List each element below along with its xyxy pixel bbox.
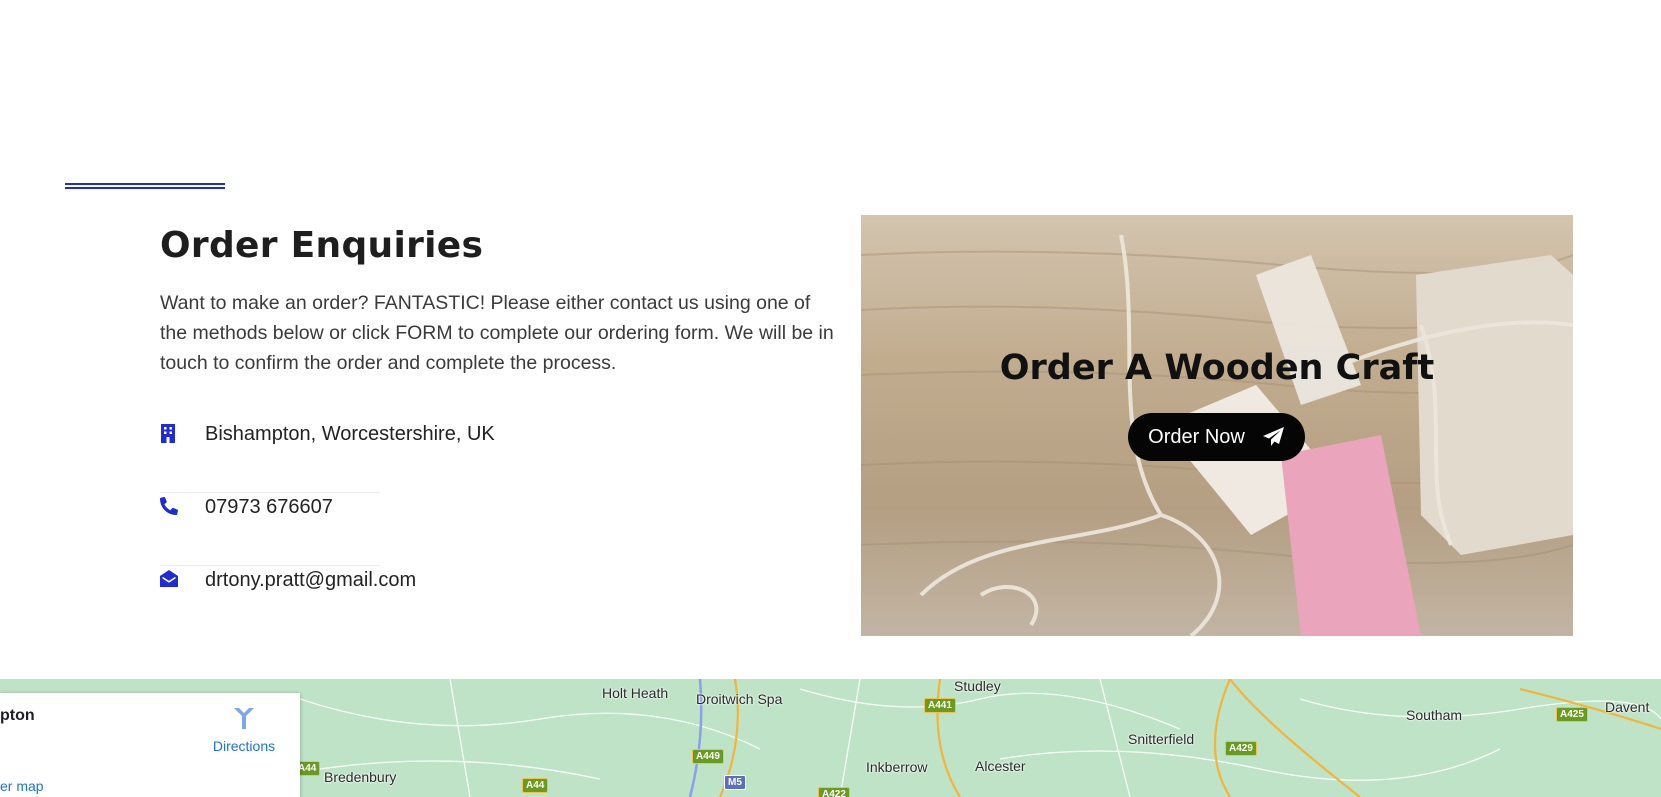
directions-icon [234, 708, 254, 729]
road-badge: A441 [924, 698, 956, 713]
map-place-name: pton [0, 707, 35, 724]
embedded-map[interactable]: Holt Heath Droitwich Spa Studley Snitter… [0, 679, 1661, 797]
map-place-card: pton Directions er map [0, 693, 300, 797]
contact-email[interactable]: drtony.pratt@gmail.com [205, 569, 416, 592]
building-icon [160, 424, 178, 444]
road-badge: A449 [692, 749, 724, 764]
order-enquiries-intro: Order Enquiries Want to make an order? F… [160, 218, 840, 378]
map-label-studley: Studley [954, 679, 1001, 694]
map-label-southam: Southam [1406, 707, 1463, 723]
road-badge: A422 [818, 787, 850, 797]
contact-item-email: drtony.pratt@gmail.com [160, 566, 416, 639]
contact-item-address: Bishampton, Worcestershire, UK [160, 420, 495, 493]
section-accent-line [65, 183, 225, 189]
envelope-open-icon [160, 570, 178, 590]
order-now-button[interactable]: Order Now [1128, 413, 1305, 461]
order-now-label: Order Now [1148, 425, 1245, 448]
road-badge: A429 [1225, 741, 1257, 756]
view-larger-map-link[interactable]: er map [0, 778, 44, 794]
road-badge: A44 [522, 778, 549, 793]
phone-icon [159, 496, 178, 517]
map-label-holt-heath: Holt Heath [602, 685, 669, 701]
paper-plane-icon [1262, 427, 1285, 447]
map-label-alcester: Alcester [975, 758, 1026, 774]
map-label-droitwich-spa: Droitwich Spa [696, 691, 783, 707]
promo-title: Order A Wooden Craft [999, 348, 1435, 388]
contact-item-phone: 07973 676607 [159, 493, 380, 566]
map-label-bredenbury: Bredenbury [324, 769, 397, 785]
contact-phone[interactable]: 07973 676607 [205, 496, 333, 519]
section-description: Want to make an order? FANTASTIC! Please… [160, 292, 834, 374]
section-title: Order Enquiries [160, 225, 484, 266]
map-label-snitterfield: Snitterfield [1128, 731, 1195, 747]
road-badge: A425 [1556, 707, 1588, 722]
order-promo-banner: Order A Wooden Craft Order Now [861, 215, 1573, 636]
map-label-davent: Davent [1605, 699, 1650, 715]
map-label-inkberrow: Inkberrow [866, 759, 928, 775]
road-badge: M5 [724, 775, 746, 790]
directions-button[interactable]: Directions [209, 705, 279, 754]
directions-label: Directions [212, 738, 276, 754]
contact-address: Bishampton, Worcestershire, UK [205, 423, 495, 445]
contact-list: Bishampton, Worcestershire, UK 07973 676… [159, 420, 495, 639]
